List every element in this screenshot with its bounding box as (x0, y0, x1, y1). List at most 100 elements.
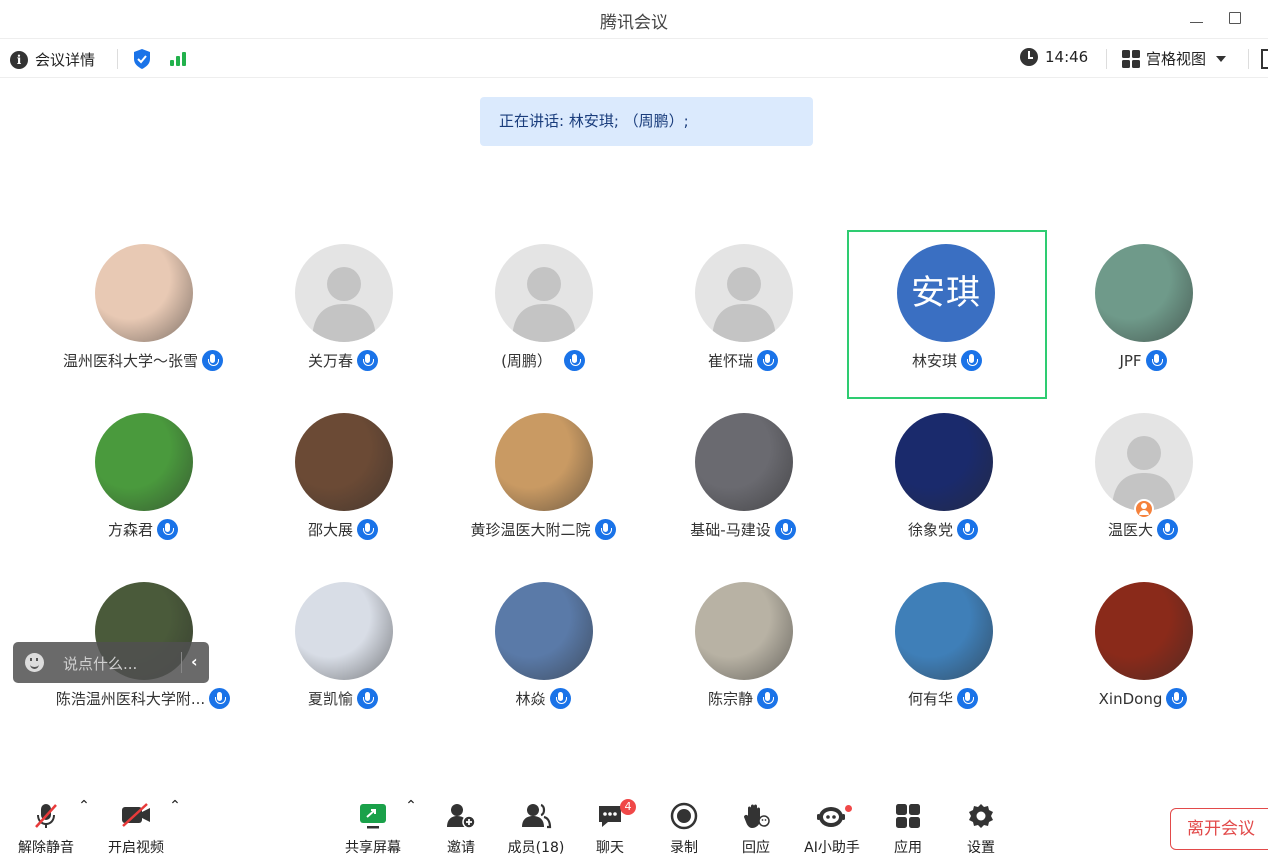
view-mode-dropdown[interactable]: 宫格视图 (1122, 48, 1227, 69)
mic-icon (957, 688, 978, 709)
invite-button[interactable]: 邀请 (436, 798, 486, 862)
participant-tile[interactable]: JPF (1043, 230, 1243, 395)
participant-name-row: 关万春 (243, 350, 443, 371)
participant-tile[interactable]: 陈宗静 (643, 568, 843, 733)
chat-label: 聊天 (596, 840, 624, 856)
participant-tile[interactable]: 黄珍温医大附二院 (443, 399, 643, 564)
participant-name: 方森君 (107, 521, 153, 539)
participant-tile[interactable]: XinDong (1043, 568, 1243, 733)
minimize-icon (1189, 21, 1203, 23)
share-screen-button[interactable]: 共享屏幕 (340, 798, 406, 862)
record-icon (670, 802, 698, 834)
record-button[interactable]: 录制 (662, 798, 706, 862)
participant-tile[interactable]: 温医大 (1043, 399, 1243, 564)
grid-view-icon (1122, 49, 1140, 68)
participant-name: 林安琪 (911, 352, 957, 370)
info-icon: i (10, 50, 28, 69)
start-video-label: 开启视频 (108, 840, 164, 856)
participant-name: XinDong (1098, 689, 1163, 708)
participant-name-row: 徐象党 (843, 519, 1043, 540)
chat-bubble-icon: 4 (596, 799, 636, 834)
default-avatar-icon (1095, 413, 1193, 511)
minimize-button[interactable] (1182, 6, 1210, 30)
maximize-button[interactable] (1221, 6, 1249, 30)
members-button[interactable]: 成员(18) (503, 798, 569, 862)
participant-name-row: 温州医科大学～张雪 (43, 350, 243, 371)
participant-name-row: 林焱 (443, 688, 643, 709)
mic-icon (563, 350, 585, 371)
video-options-chevron-up-icon[interactable]: ⌃ (169, 798, 181, 814)
default-avatar-icon (695, 244, 793, 342)
participant-name: 温州医科大学～张雪 (62, 352, 198, 370)
participant-name-row: 邵大展 (243, 519, 443, 540)
emoji-icon[interactable] (25, 653, 44, 672)
start-video-button[interactable]: 开启视频 (100, 798, 172, 862)
notification-dot (844, 804, 853, 813)
audio-options-chevron-up-icon[interactable]: ⌃ (78, 798, 90, 814)
avatar (295, 413, 393, 511)
participant-name-row: 夏凯愉 (243, 688, 443, 709)
participant-tile[interactable]: 邵大展 (243, 399, 443, 564)
participant-name: (周鹏） (501, 352, 552, 370)
maximize-icon (1229, 12, 1241, 24)
avatar (895, 582, 993, 680)
unmute-button[interactable]: 解除静音 (8, 798, 84, 862)
participant-tile[interactable]: 方森君 (43, 399, 243, 564)
chat-input-placeholder[interactable]: 说点什么... (63, 653, 137, 674)
participant-name-row: 陈宗静 (643, 688, 843, 709)
share-screen-icon (358, 802, 388, 834)
participant-name-row: 何有华 (843, 688, 1043, 709)
members-label: 成员(18) (507, 840, 565, 856)
reaction-button[interactable]: 回应 (734, 798, 778, 862)
meeting-details-label: 会议详情 (35, 51, 96, 69)
share-screen-label: 共享屏幕 (345, 840, 401, 856)
participant-tile[interactable]: 安琪 林安琪 (847, 230, 1047, 399)
participant-tile[interactable]: 关万春 (243, 230, 443, 395)
participant-name: 何有华 (907, 690, 953, 708)
participant-name: 基础-马建设 (690, 521, 771, 539)
participant-tile[interactable]: 何有华 (843, 568, 1043, 733)
mic-icon (549, 688, 571, 709)
avatar (895, 413, 993, 511)
invite-label: 邀请 (447, 840, 475, 856)
divider (181, 652, 182, 673)
participant-name-row: 崔怀瑞 (643, 350, 843, 371)
apps-button[interactable]: 应用 (886, 798, 930, 862)
chevron-left-icon[interactable]: ‹ (191, 652, 198, 671)
record-label: 录制 (670, 840, 698, 856)
participant-tile[interactable]: (周鹏） (443, 230, 643, 395)
chat-button[interactable]: 4 聊天 (588, 798, 636, 862)
meeting-info-bar: i 会议详情 14:46 宫格视图 (0, 38, 1268, 78)
view-mode-label: 宫格视图 (1146, 50, 1207, 68)
leave-meeting-button[interactable]: 离开会议 (1170, 808, 1268, 850)
mic-icon (957, 519, 978, 540)
participant-name-row: JPF (1043, 350, 1243, 371)
fullscreen-icon[interactable] (1261, 49, 1268, 69)
chat-input-overlay[interactable]: 说点什么... ‹ (13, 642, 209, 683)
ai-assistant-button[interactable]: AI小助手 (800, 798, 864, 862)
participant-tile[interactable]: 徐象党 (843, 399, 1043, 564)
divider (1248, 49, 1249, 69)
participant-name-row: 温医大 (1043, 519, 1243, 540)
mic-icon (157, 519, 178, 540)
avatar (295, 582, 393, 680)
meeting-details-button[interactable]: i 会议详情 (10, 49, 95, 70)
mic-icon (757, 350, 778, 371)
avatar (1095, 244, 1193, 342)
participant-name: 崔怀瑞 (707, 352, 753, 370)
share-options-chevron-up-icon[interactable]: ⌃ (405, 798, 417, 814)
mic-icon (357, 519, 378, 540)
participant-tile[interactable]: 温州医科大学～张雪 (43, 230, 243, 395)
participant-tile[interactable]: 林焱 (443, 568, 643, 733)
security-shield-icon[interactable] (132, 48, 152, 74)
participant-tile[interactable]: 基础-马建设 (643, 399, 843, 564)
raise-hand-icon (742, 802, 770, 834)
network-signal-icon[interactable] (170, 50, 186, 66)
mic-muted-icon (33, 802, 59, 834)
settings-button[interactable]: 设置 (959, 798, 1003, 862)
participant-tile[interactable]: 崔怀瑞 (643, 230, 843, 395)
avatar (695, 582, 793, 680)
participant-tile[interactable]: 夏凯愉 (243, 568, 443, 733)
apps-label: 应用 (894, 840, 922, 856)
ai-assistant-label: AI小助手 (804, 840, 860, 856)
